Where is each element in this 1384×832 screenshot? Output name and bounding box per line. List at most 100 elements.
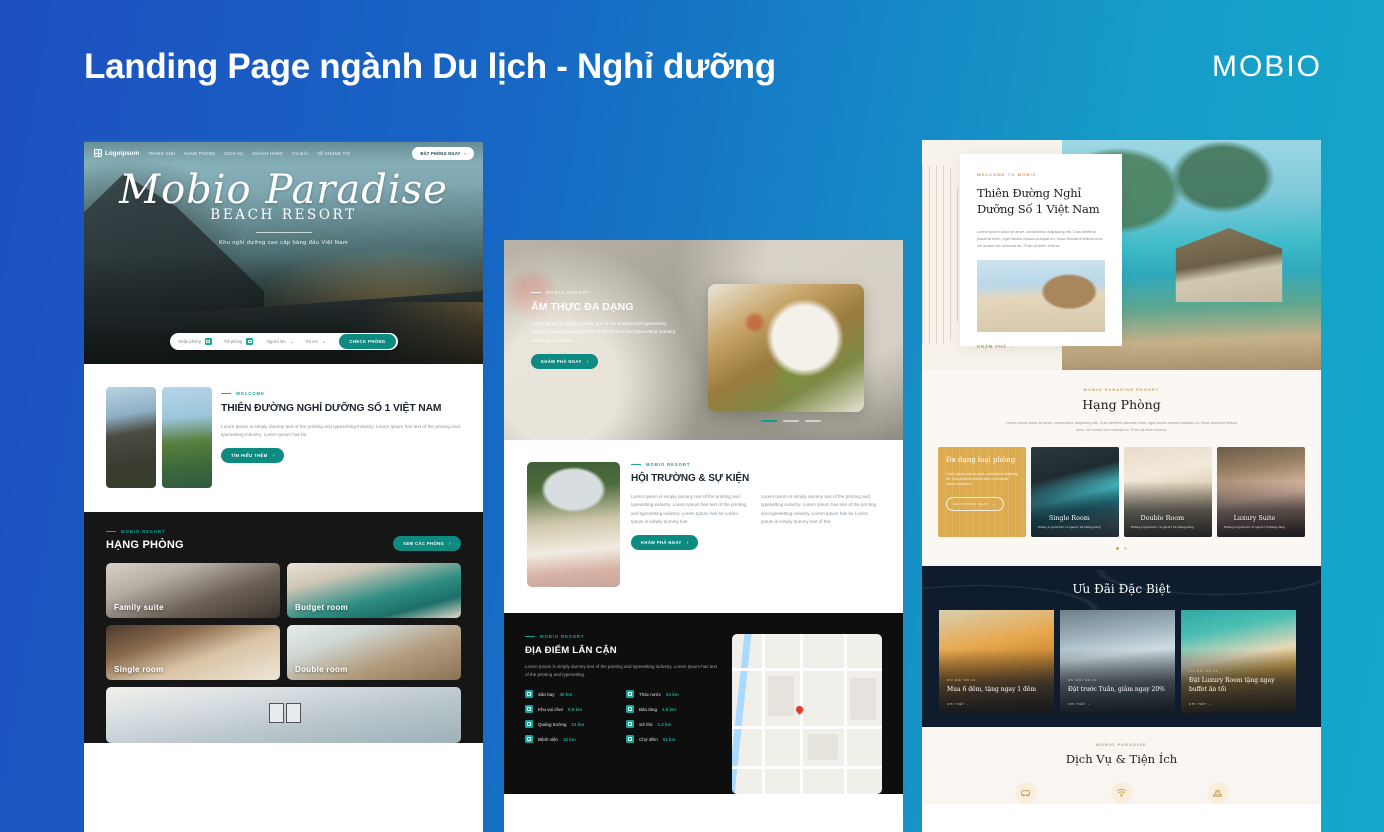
children-label: Trẻ em [305,339,318,344]
wave-pattern-decoration [922,166,962,344]
room-card[interactable]: Budget room [287,563,461,618]
welcome-eyebrow: WELCOME [221,391,461,396]
food-eyebrow: MOBIO RESORT [531,290,679,295]
offer-card[interactable]: ƯU ĐÃI SỐ 03 Đặt Luxury Room tặng ngay b… [1181,609,1296,713]
view-rooms-button[interactable]: XEM CÁC PHÒNG › [393,536,461,551]
promo-book-button[interactable]: ĐẶT PHÒNG NGAY → [946,496,1005,511]
check-rooms-button[interactable]: CHECK PHÒNG [339,334,396,349]
offer-detail-link[interactable]: CHI TIẾT → [1068,702,1167,706]
rooms-body: Lorem ipsum dolor sit amet, consectetur … [1006,421,1237,432]
promo-title: Đa dạng loại phòng [946,455,1016,464]
nearby-item: Bảo tàng 4.5 km [626,705,718,714]
nav-item-customers[interactable]: KHÁCH HÀNG [253,151,283,156]
airplane-icon [525,690,533,699]
chevron-right-icon: › [586,359,589,365]
nearby-name: Bệnh viện [538,736,559,742]
room-card[interactable]: Family suite [106,563,280,618]
rooms-eyebrow: MOBIO RESORT [106,529,184,534]
services-eyebrow: MOBIO PARADISE [1096,741,1147,747]
food-explore-label: KHÁM PHÁ NGAY [541,359,582,365]
calendar-icon [204,338,212,345]
events-eyebrow-label: MOBIO RESORT [646,462,691,467]
welcome-image-palms [162,387,212,488]
nearby-eyebrow: MOBIO RESORT [525,634,718,639]
map-road [732,726,882,729]
welcome-image-hut [106,387,156,488]
booking-bar: Nhận phòng Trả phòng Người lớn ⌄ Trẻ em … [169,333,398,350]
carousel-dot-active[interactable] [1116,546,1119,550]
nav-item-home[interactable]: TRANG CHỦ [148,151,175,156]
nearby-heading: ĐỊA ĐIỂM LÂN CẬN [525,645,617,656]
book-now-button[interactable]: ĐẶT PHÒNG NGAY › [412,146,474,160]
offer-detail-link[interactable]: CHI TIẾT → [1189,702,1288,706]
market-icon [626,735,634,744]
hero-explore-link[interactable]: KHÁM PHÁ → [977,344,1105,349]
carousel-dot[interactable] [1124,546,1127,550]
hero-text-panel: WELCOME TO MOBIO Thiên Đường Nghỉ Dưỡng … [960,154,1122,349]
room-sub: Phòng 2 người lớn / 4 người / 12 phòng t… [1131,524,1194,529]
room-card[interactable]: Luxury Suite Phòng 4 người lớn / 6 người… [1217,446,1305,537]
room-title: Single Room [1048,513,1090,522]
children-field[interactable]: Trẻ em ⌄ [305,339,339,345]
welcome-text: WELCOME THIÊN ĐƯỜNG NGHỈ DƯỠNG SỐ 1 VIỆT… [221,387,461,488]
room-card-overlay: Luxury Suite Phòng 4 người lớn / 6 người… [1224,514,1285,530]
offer-card[interactable]: ƯU ĐÃI SỐ 02 Đặt trước Tuần, giảm ngay 2… [1060,609,1175,713]
room-title: Luxury Suite [1233,513,1276,522]
nav-item-offers[interactable]: ƯU ĐÃI [292,151,308,156]
carousel-dots[interactable] [761,420,821,422]
brand-logo: MOBIO [1211,49,1322,83]
offer-title: Mua 6 đêm, tặng ngay 1 đêm [947,685,1037,693]
offer-detail-link[interactable]: CHI TIẾT → [947,702,1046,706]
welcome-body: Lorem Ipsum is simply dummy text of the … [221,423,460,437]
hero-inset-image [977,260,1105,333]
nav-item-services[interactable]: DỊCH VỤ [225,151,244,156]
rooms-carousel-dots[interactable] [922,546,1321,550]
checkout-field[interactable]: Trả phòng [224,338,267,345]
m3-rooms-section: MOBIO PARADISE RESORT Hạng Phòng Lorem i… [922,370,1321,566]
checkout-label: Trả phòng [223,339,243,344]
m2-nearby-section: MOBIO RESORT ĐỊA ĐIỂM LÂN CẬN Lorem Ipsu… [504,613,903,794]
hero-tagline: Khu nghỉ dưỡng cao cấp hàng đầu Việt Nam [219,240,348,246]
promo-body: Lorem ipsum dolor sit amet, consectetur … [946,471,1018,487]
food-explore-button[interactable]: KHÁM PHÁ NGAY › [531,354,599,370]
m1-rooms-section: MOBIO RESORT HẠNG PHÒNG XEM CÁC PHÒNG › … [84,512,483,743]
food-eyebrow-label: MOBIO RESORT [546,290,591,295]
zoo-icon [626,720,634,729]
room-sub: Phòng 1 người lớn / 2 người / 24 phòng t… [1038,524,1101,529]
room-card[interactable]: Double room [287,625,461,680]
mockup-landing-page-2: MOBIO RESORT ẨM THỰC ĐA DẠNG Lorem Ipsum… [504,240,903,832]
room-card[interactable]: Single Room Phòng 1 người lớn / 2 người … [1031,446,1119,537]
museum-icon [626,705,634,714]
room-title: Double Room [1140,513,1185,522]
waterfall-icon [626,690,634,699]
nearby-name: Khu vui chơi [538,706,563,712]
offer-card[interactable]: ƯU ĐÃI SỐ 01 Mua 6 đêm, tặng ngay 1 đêm … [939,609,1054,713]
divider [255,232,312,233]
events-explore-button[interactable]: KHÁM PHÁ NGAY › [631,535,699,551]
adults-field[interactable]: Người lớn ⌄ [267,339,305,345]
carousel-dot[interactable] [805,420,821,422]
room-wide-image[interactable] [106,687,461,743]
carousel-dot-active[interactable] [761,420,777,422]
m1-logo[interactable]: Logoipsum [94,149,139,157]
offer-eyebrow: ƯU ĐÃI SỐ 01 [947,677,977,682]
checkin-field[interactable]: Nhận phòng [179,338,224,345]
room-card[interactable]: Single room [106,625,280,680]
map-road [800,634,803,794]
nearby-distance: 01 km [662,736,676,742]
room-card[interactable]: Double Room Phòng 2 người lớn / 4 người … [1124,446,1212,537]
nearby-text: MOBIO RESORT ĐỊA ĐIỂM LÂN CẬN Lorem Ipsu… [525,634,718,794]
nearby-name: Quảng trường [538,721,567,727]
offer-body: ƯU ĐÃI SỐ 03 Đặt Luxury Room tặng ngay b… [1189,669,1288,705]
nearby-name: Bảo tàng [639,706,658,712]
room-sub: Phòng 4 người lớn / 6 người / 6 phòng tr… [1224,524,1285,529]
hero-body: Lorem ipsum dolor sit amet, consectetur … [977,228,1104,249]
m3-offers-section: Ưu Đãi Đặc Biệt ƯU ĐÃI SỐ 01 Mua 6 đêm, … [922,565,1321,727]
room-label: Budget room [295,603,349,612]
carousel-dot[interactable] [783,420,799,422]
nav-item-rooms[interactable]: HẠNG PHÒNG [184,151,215,156]
nav-item-about[interactable]: VỀ CHÚNG TÔI [317,151,350,156]
map-block [808,734,838,760]
learn-more-button[interactable]: TÌM HIỂU THÊM › [221,448,285,464]
map-image[interactable] [732,634,882,794]
